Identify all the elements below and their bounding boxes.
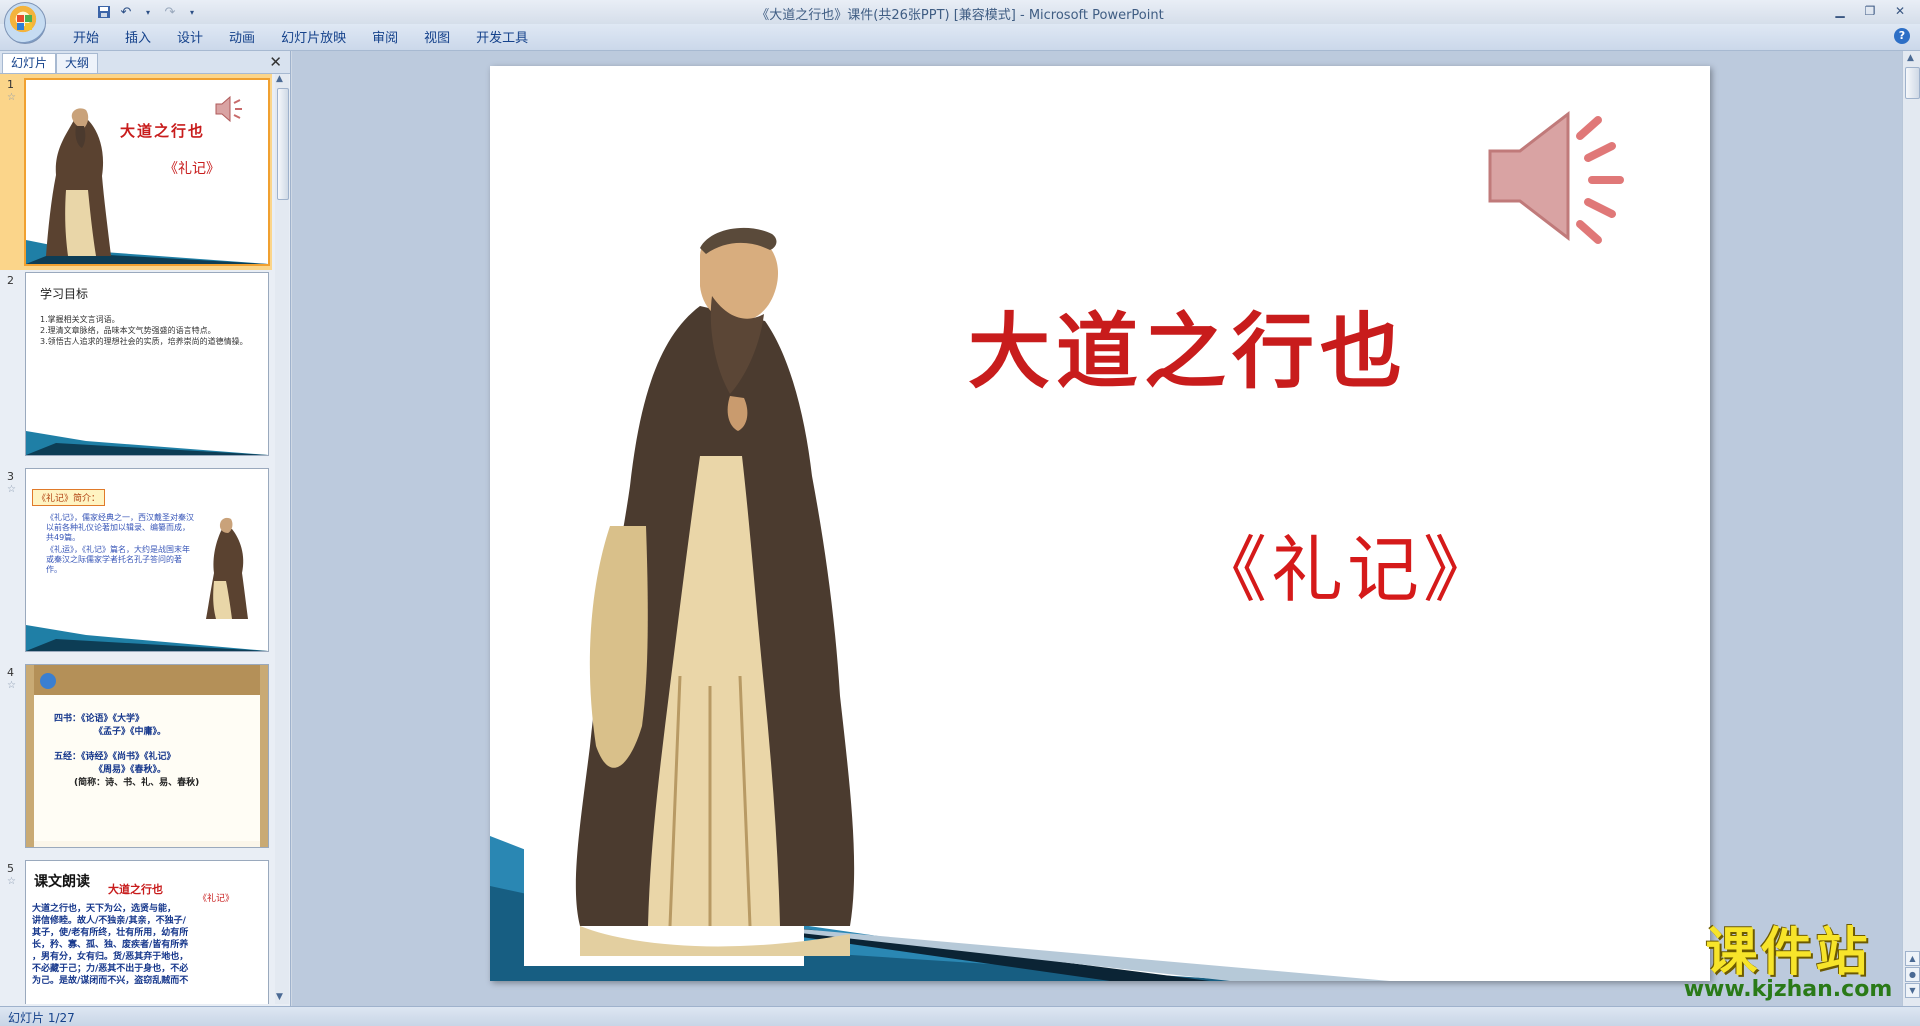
confucius-illustration [575, 227, 855, 956]
thumbnail-number: 5 [7, 862, 14, 875]
thumbnail-line: 《礼记》，儒家经典之一，西汉戴圣对秦汉以前各种礼仪论著加以辑录、编纂而成，共49… [46, 513, 194, 542]
thumbnail-heading: 课文朗读 [34, 874, 90, 890]
slide-indicator: 幻灯片 1/27 [8, 1011, 75, 1025]
help-icon[interactable]: ? [1894, 28, 1910, 44]
thumbnail-subtitle: 《礼记》 [164, 161, 220, 177]
panel-tabs: 幻灯片 大纲 ✕ [0, 51, 290, 74]
thumbnail-number: 1 [7, 78, 14, 91]
thumbnail-scrollbar[interactable]: ▲ ▼ [275, 74, 289, 1004]
ribbon-tabs: 开始 插入 设计 动画 幻灯片放映 审阅 视图 开发工具 ? [0, 24, 1920, 51]
thumbnail-title: 大道之行也 [120, 122, 206, 140]
tab-slideshow[interactable]: 幻灯片放映 [268, 29, 359, 49]
thumbnail-line: 讲信修睦。故人/不独亲/其亲，不独子/ [32, 916, 186, 926]
tab-view[interactable]: 视图 [411, 29, 463, 49]
slide-thumbnail-5[interactable]: 5 ☆ 课文朗读 大道之行也 《礼记》 大道之行也，天下为公，选贤与能， 讲信修… [0, 858, 272, 1004]
tab-outline[interactable]: 大纲 [56, 53, 99, 73]
tab-home[interactable]: 开始 [60, 29, 112, 49]
status-bar: 幻灯片 1/27 [0, 1006, 1920, 1026]
slides-panel: 幻灯片 大纲 ✕ 1 ☆ 大道之行也 《礼记》 2 学习目标 1.掌握相关文言词… [0, 51, 291, 1006]
watermark-url: www.kjzhan.com [1683, 977, 1893, 1002]
thumbnail-line: 四书：《论语》《大学》 [54, 714, 145, 724]
thumbnail-line: 1.掌握相关文言词语。 [40, 315, 120, 324]
close-panel-icon[interactable]: ✕ [269, 53, 282, 71]
speaker-icon[interactable] [1480, 106, 1630, 246]
thumbnail-number: 4 [7, 666, 14, 679]
tab-developer[interactable]: 开发工具 [463, 29, 541, 49]
thumbnail-number: 3 [7, 470, 14, 483]
slide-thumbnail-1[interactable]: 1 ☆ 大道之行也 《礼记》 [0, 74, 272, 270]
thumbnail-line: 《孟子》《中庸》。 [94, 727, 167, 737]
thumbnail-line: 五经：《诗经》《尚书》《礼记》 [54, 752, 176, 762]
thumbnail-line: 不必藏于己；力/恶其不出于身也，不必 [32, 964, 189, 974]
close-icon[interactable]: ✕ [1886, 2, 1914, 20]
transition-star-icon: ☆ [7, 680, 16, 691]
slide-subtitle[interactable]: 《礼记》 [1195, 528, 1499, 612]
site-watermark: 课件站 www.kjzhan.com [1668, 925, 1908, 1007]
slide-thumbnail-3[interactable]: 3 ☆ 《礼记》简介： 《礼记》，儒家经典之一，西汉戴圣对秦汉以前各种礼仪论著加… [0, 466, 272, 662]
thumbnail-line: (简称：诗、书、礼、易、春秋) [74, 778, 200, 788]
title-bar: ↶ ▾ ↷ ▾ 《大道之行也》课件(共26张PPT) [兼容模式] - Micr… [0, 0, 1920, 44]
thumbnail-line: ，男有分，女有归。货/恶其弃于地也， [32, 952, 189, 962]
thumbnail-line: 其子，使/老有所终，壮有所用，幼有所 [32, 928, 189, 938]
speaker-icon [215, 95, 242, 123]
scroll-up-icon[interactable]: ▲ [1907, 53, 1914, 63]
thumbnail-title: 大道之行也 [108, 883, 163, 896]
transition-star-icon: ☆ [7, 876, 16, 887]
window-title: 《大道之行也》课件(共26张PPT) [兼容模式] - Microsoft Po… [756, 8, 1164, 23]
scroll-up-icon[interactable]: ▲ [276, 74, 283, 84]
thumbnail-line: 《礼运》，《礼记》篇名，大约是战国末年或秦汉之际儒家学者托名孔子答问的著作。 [46, 545, 190, 574]
window-controls: ▁ ❐ ✕ [1826, 2, 1914, 20]
scroll-thumb[interactable] [277, 88, 289, 200]
thumbnail-line: 3.领悟古人追求的理想社会的实质，培养崇尚的道德情操。 [40, 337, 248, 346]
slide-thumbnail-4[interactable]: 4 ☆ 四书：《论语》《大学》 《孟子》《中庸》。 五经：《诗经》《尚书》《礼记… [0, 662, 272, 858]
watermark-logo: 课件站 [1705, 923, 1871, 983]
office-button[interactable] [4, 2, 46, 44]
transition-star-icon: ☆ [7, 484, 16, 495]
tab-insert[interactable]: 插入 [112, 29, 164, 49]
thumbnail-line: 长，矜、寡、孤、独、废疾者/皆有所养 [32, 940, 189, 950]
thumbnail-number: 2 [7, 274, 14, 287]
current-slide[interactable]: 大道之行也 《礼记》 [490, 66, 1710, 981]
tab-animations[interactable]: 动画 [216, 29, 268, 49]
transition-star-icon: ☆ [7, 92, 16, 103]
slide-thumbnail-list: 1 ☆ 大道之行也 《礼记》 2 学习目标 1.掌握相关文言词语。 2.理清文章… [0, 74, 272, 1004]
slide-thumbnail-2[interactable]: 2 学习目标 1.掌握相关文言词语。 2.理清文章脉络，品味本文气势强盛的语言特… [0, 270, 272, 466]
slide-scrollbar[interactable]: ▲ ▲ ● ▼ [1902, 51, 1920, 1006]
tab-review[interactable]: 审阅 [359, 29, 411, 49]
thumbnail-line: 大道之行也，天下为公，选贤与能， [32, 904, 177, 914]
tab-design[interactable]: 设计 [164, 29, 216, 49]
thumbnail-heading: 学习目标 [40, 287, 89, 301]
tab-slides[interactable]: 幻灯片 [2, 53, 57, 73]
scroll-thumb[interactable] [1905, 67, 1920, 99]
scroll-down-icon[interactable]: ▼ [276, 992, 283, 1002]
restore-icon[interactable]: ❐ [1856, 2, 1884, 20]
thumbnail-label: 《礼记》简介： [32, 489, 106, 506]
thumbnail-line: 为己。是故/谋闭而不兴，盗窃乱贼而不 [32, 976, 189, 986]
thumbnail-line: 《周易》《春秋》。 [94, 765, 167, 775]
slide-title[interactable]: 大道之行也 [968, 304, 1408, 400]
minimize-icon[interactable]: ▁ [1826, 2, 1854, 20]
thumbnail-line: 2.理清文章脉络，品味本文气势强盛的语言特点。 [40, 326, 216, 335]
